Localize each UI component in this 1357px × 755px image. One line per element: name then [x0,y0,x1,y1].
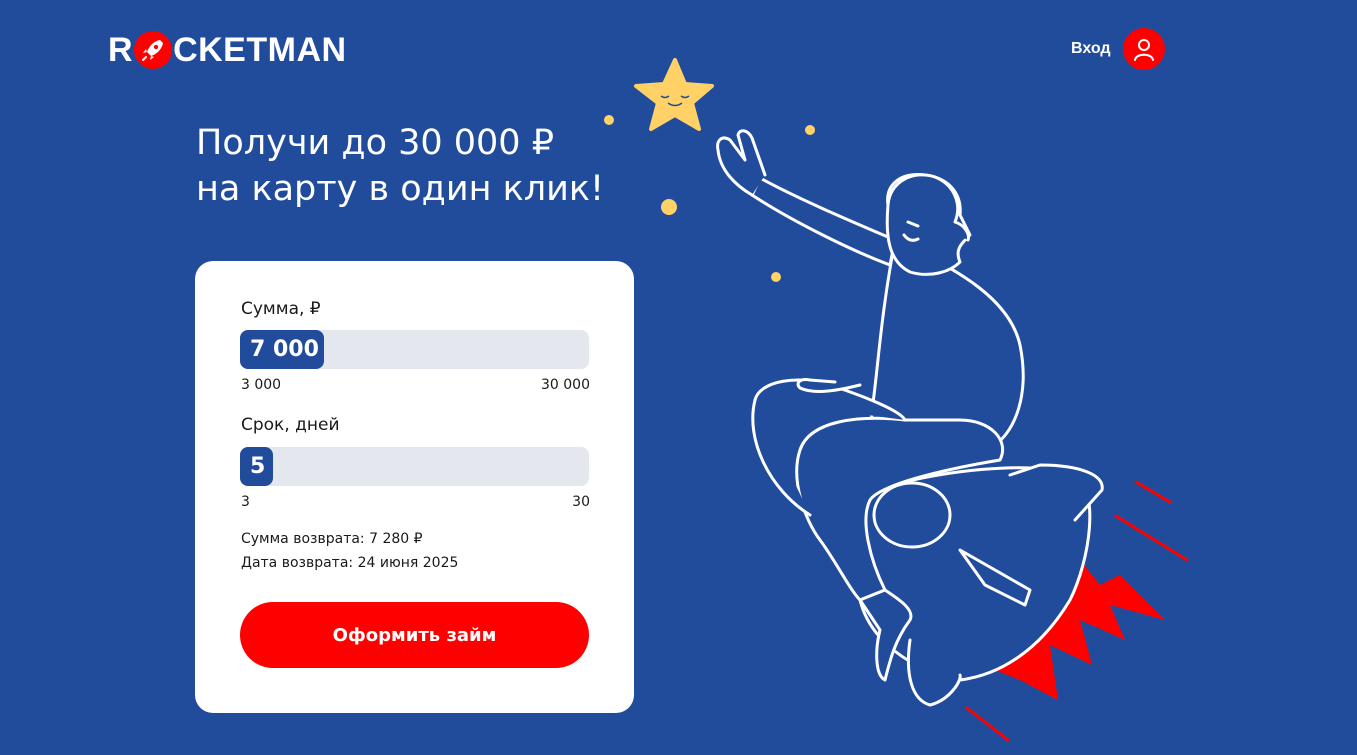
amount-min: 3 000 [241,377,282,393]
term-slider-handle[interactable]: 5 [240,447,273,486]
term-slider[interactable]: 5 [240,447,589,486]
term-min: 3 [241,494,250,510]
hero-headline: Получи до 30 000 ₽ на карту в один клик! [196,120,604,212]
star-icon [634,58,714,131]
term-max: 30 [572,494,590,510]
rocket-illustration [604,58,1189,742]
loan-calculator-card: Сумма, ₽ 7 000 3 000 30 000 Срок, дней 5… [195,261,634,713]
hero-line-1: Получи до 30 000 ₽ [196,123,554,163]
amount-slider[interactable]: 7 000 [240,330,589,369]
rocket-logo-icon [134,31,173,69]
term-value: 5 [250,454,266,479]
rocketman-logo[interactable]: R CKETMAN [108,30,347,70]
amount-max: 30 000 [541,377,590,393]
term-range: 3 30 [241,494,590,510]
logo-prefix: R [108,30,134,69]
logo-suffix: CKETMAN [173,30,347,69]
apply-loan-button[interactable]: Оформить займ [240,602,589,668]
term-label: Срок, дней [241,415,340,435]
rocket-icon [854,463,1104,707]
repay-amount: Сумма возврата: 7 280 ₽ [241,531,423,547]
repay-date: Дата возврата: 24 июня 2025 [241,555,459,571]
amount-value: 7 000 [250,337,319,362]
amount-slider-handle[interactable]: 7 000 [240,330,324,369]
hero-line-2: на карту в один клик! [196,169,605,209]
amount-label: Сумма, ₽ [241,299,321,319]
amount-range: 3 000 30 000 [241,377,590,393]
